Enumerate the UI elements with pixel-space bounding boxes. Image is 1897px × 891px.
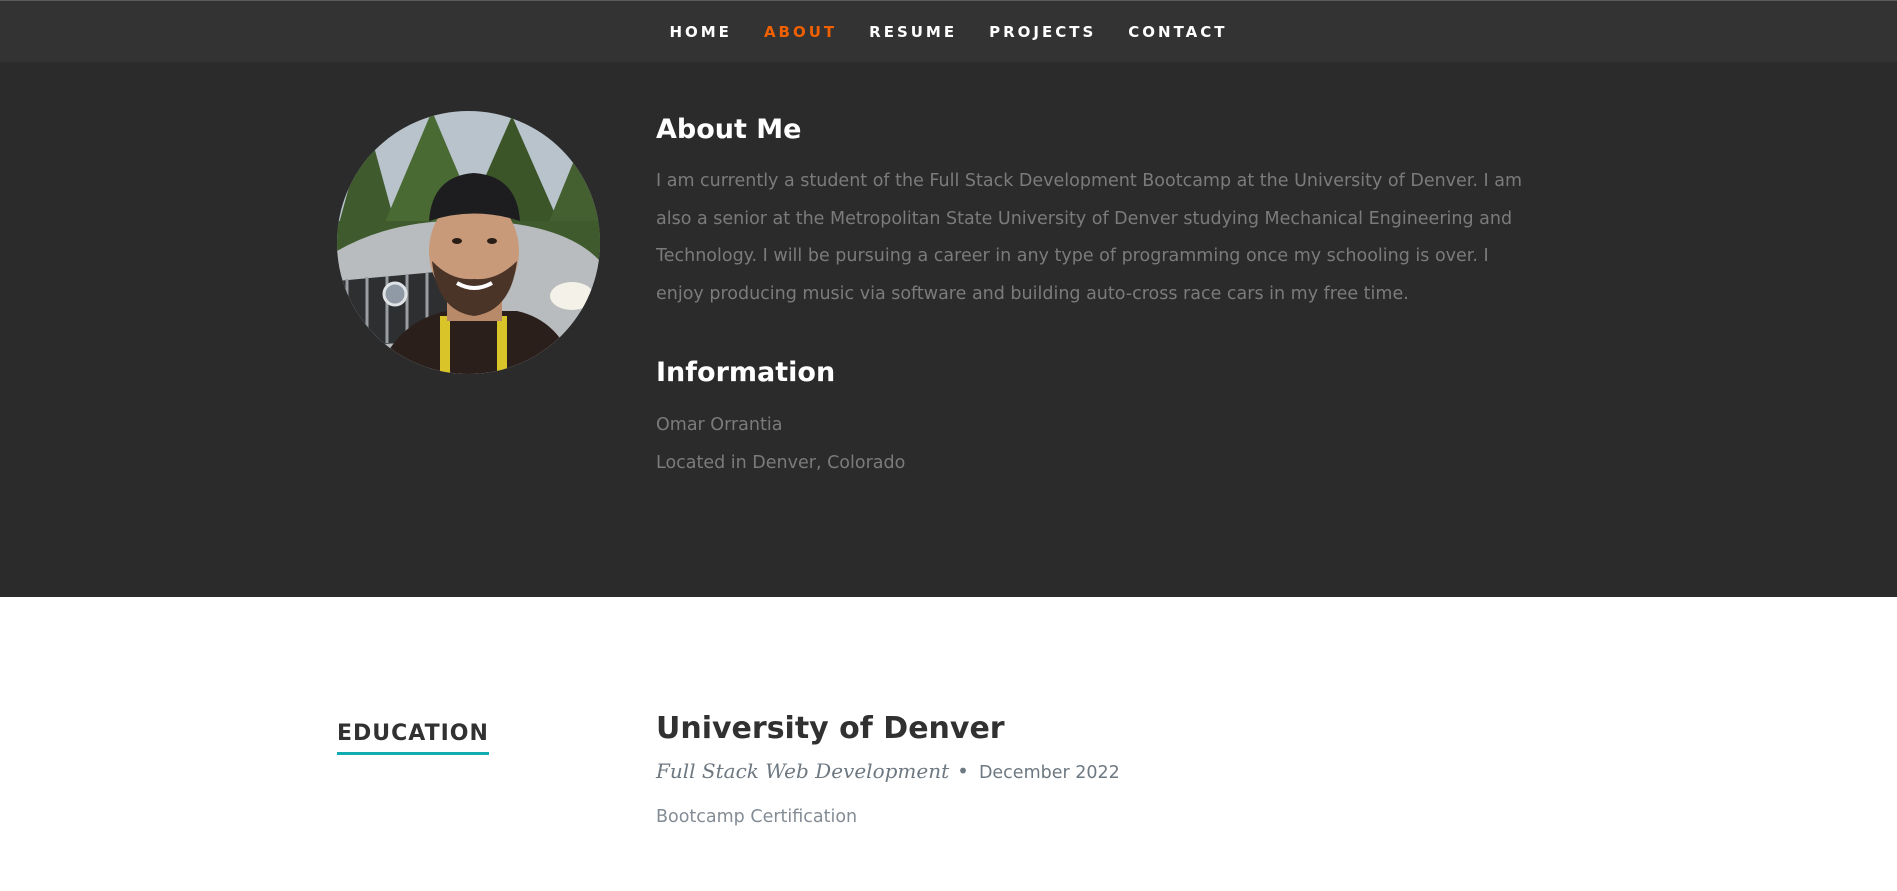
nav-item-about[interactable]: ABOUT bbox=[748, 23, 853, 41]
education-section: EDUCATION University of Denver Full Stac… bbox=[0, 597, 1897, 891]
school-name: University of Denver bbox=[656, 711, 1005, 746]
profile-picture bbox=[337, 111, 600, 374]
nav-item-contact[interactable]: CONTACT bbox=[1112, 23, 1243, 41]
about-content: About Me I am currently a student of the… bbox=[656, 110, 1536, 482]
contact-name: Omar Orrantia bbox=[656, 415, 783, 436]
degree-row: Full Stack Web Development • December 20… bbox=[656, 759, 1536, 783]
nav-item-projects[interactable]: PROJECTS bbox=[973, 23, 1112, 41]
degree-name: Full Stack Web Development bbox=[656, 759, 950, 783]
bullet-separator: • bbox=[957, 759, 969, 783]
education-description: Bootcamp Certification bbox=[656, 807, 858, 827]
education-label: EDUCATION bbox=[337, 721, 489, 755]
nav-item-home[interactable]: HOME bbox=[653, 23, 747, 41]
nav-list: HOME ABOUT RESUME PROJECTS CONTACT bbox=[653, 23, 1243, 41]
about-section: About Me I am currently a student of the… bbox=[0, 62, 1897, 597]
top-navigation: HOME ABOUT RESUME PROJECTS CONTACT bbox=[0, 0, 1897, 62]
education-entry: University of Denver Full Stack Web Deve… bbox=[656, 709, 1536, 827]
about-heading: About Me bbox=[656, 114, 802, 145]
information-block: Omar Orrantia Located in Denver, Colorad… bbox=[656, 406, 1536, 482]
contact-location: Located in Denver, Colorado bbox=[656, 453, 906, 474]
nav-item-resume[interactable]: RESUME bbox=[853, 23, 973, 41]
about-paragraph: I am currently a student of the Full Sta… bbox=[656, 171, 1523, 304]
graduation-date: December 2022 bbox=[978, 763, 1120, 783]
information-heading: Information bbox=[656, 357, 836, 389]
